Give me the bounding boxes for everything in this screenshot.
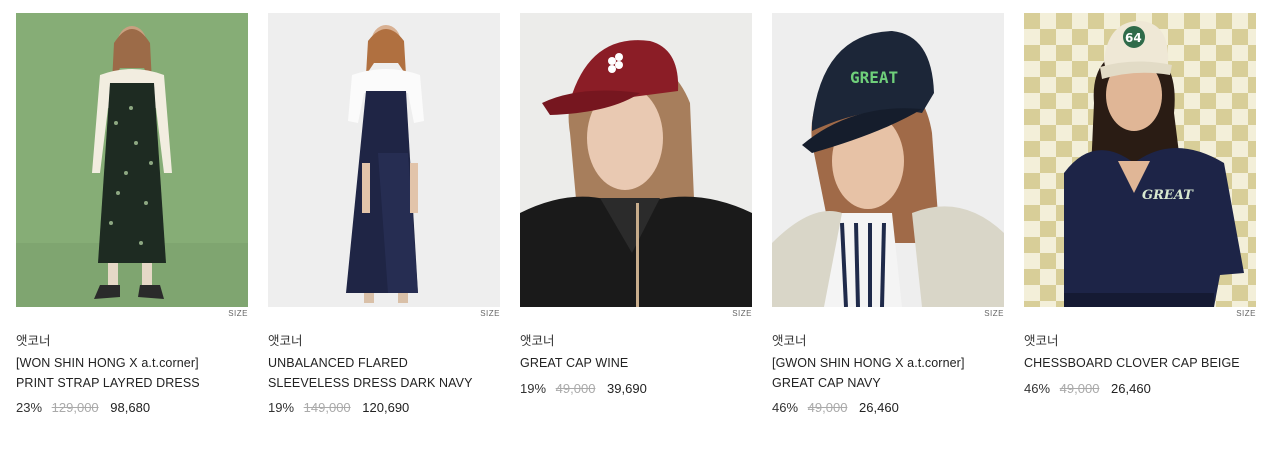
product-card[interactable]: SIZE 앳코너 GREAT CAP WINE 19% 49,000 39,69… bbox=[520, 13, 752, 398]
brand-name[interactable]: 앳코너 bbox=[16, 333, 248, 349]
size-label[interactable]: SIZE bbox=[268, 308, 500, 320]
product-name-line2: SLEEVELESS DRESS DARK NAVY bbox=[268, 375, 473, 390]
svg-text:64: 64 bbox=[1125, 31, 1142, 45]
sale-price: 26,460 bbox=[1111, 380, 1151, 396]
size-label[interactable]: SIZE bbox=[520, 308, 752, 320]
product-name-line1: CHESSBOARD CLOVER CAP BEIGE bbox=[1024, 356, 1240, 370]
product-name-line1: GREAT CAP WINE bbox=[520, 356, 629, 370]
brand-name[interactable]: 앳코너 bbox=[772, 333, 1004, 349]
sale-price: 26,460 bbox=[859, 400, 899, 415]
product-name[interactable]: CHESSBOARD CLOVER CAP BEIGE bbox=[1024, 354, 1256, 374]
price-row: 46% 49,000 26,460 bbox=[1024, 380, 1256, 398]
product-image[interactable]: GREAT bbox=[772, 13, 1004, 307]
original-price: 149,000 bbox=[303, 400, 351, 415]
product-name-line1: UNBALANCED FLARED bbox=[268, 356, 408, 370]
original-price: 129,000 bbox=[51, 400, 99, 415]
product-image[interactable] bbox=[16, 13, 248, 307]
size-label[interactable]: SIZE bbox=[1024, 308, 1256, 320]
product-name-line2: PRINT STRAP LAYRED DRESS bbox=[16, 375, 200, 390]
discount-rate: 19% bbox=[268, 400, 295, 415]
sale-price: 98,680 bbox=[110, 400, 151, 415]
size-label[interactable]: SIZE bbox=[16, 308, 248, 320]
product-image[interactable] bbox=[520, 13, 752, 307]
product-name-line2: GREAT CAP NAVY bbox=[772, 375, 881, 390]
product-grid: SIZE 앳코너 [WON SHIN HONG X a.t.corner] PR… bbox=[0, 0, 1267, 451]
sale-price: 120,690 bbox=[362, 400, 410, 415]
original-price: 49,000 bbox=[555, 380, 596, 396]
discount-rate: 19% bbox=[520, 380, 547, 396]
brand-name[interactable]: 앳코너 bbox=[520, 333, 752, 349]
original-price: 49,000 bbox=[807, 400, 848, 415]
size-label[interactable]: SIZE bbox=[772, 308, 1004, 320]
product-image[interactable]: 64 GREAT bbox=[1024, 13, 1256, 307]
svg-text:GREAT: GREAT bbox=[850, 68, 898, 87]
product-name[interactable]: [WON SHIN HONG X a.t.corner] PRINT STRAP… bbox=[16, 354, 248, 393]
product-card[interactable]: GREAT SIZE 앳코너 [GWON SHIN HONG X a.t.cor… bbox=[772, 13, 1004, 417]
sale-price: 39,690 bbox=[607, 380, 647, 396]
product-image[interactable] bbox=[268, 13, 500, 307]
product-name-line1: [WON SHIN HONG X a.t.corner] bbox=[16, 356, 199, 370]
product-name-line1: [GWON SHIN HONG X a.t.corner] bbox=[772, 356, 965, 370]
discount-rate: 23% bbox=[16, 400, 43, 415]
price-row: 23% 129,000 98,680 bbox=[16, 399, 248, 417]
product-card[interactable]: SIZE 앳코너 UNBALANCED FLARED SLEEVELESS DR… bbox=[268, 13, 500, 417]
product-name[interactable]: [GWON SHIN HONG X a.t.corner] GREAT CAP … bbox=[772, 354, 1004, 393]
discount-rate: 46% bbox=[1024, 380, 1051, 396]
price-row: 19% 149,000 120,690 bbox=[268, 399, 500, 417]
brand-name[interactable]: 앳코너 bbox=[1024, 333, 1256, 349]
original-price: 49,000 bbox=[1059, 380, 1100, 396]
product-name[interactable]: GREAT CAP WINE bbox=[520, 354, 752, 374]
product-name[interactable]: UNBALANCED FLARED SLEEVELESS DRESS DARK … bbox=[268, 354, 500, 393]
brand-name[interactable]: 앳코너 bbox=[268, 333, 500, 349]
product-card[interactable]: 64 GREAT SIZE 앳코너 CHESSBOARD CLOVER CAP … bbox=[1024, 13, 1256, 398]
product-card[interactable]: SIZE 앳코너 [WON SHIN HONG X a.t.corner] PR… bbox=[16, 13, 248, 417]
price-row: 19% 49,000 39,690 bbox=[520, 380, 752, 398]
discount-rate: 46% bbox=[772, 400, 799, 415]
svg-text:GREAT: GREAT bbox=[1142, 188, 1194, 203]
price-row: 46% 49,000 26,460 bbox=[772, 399, 1004, 417]
